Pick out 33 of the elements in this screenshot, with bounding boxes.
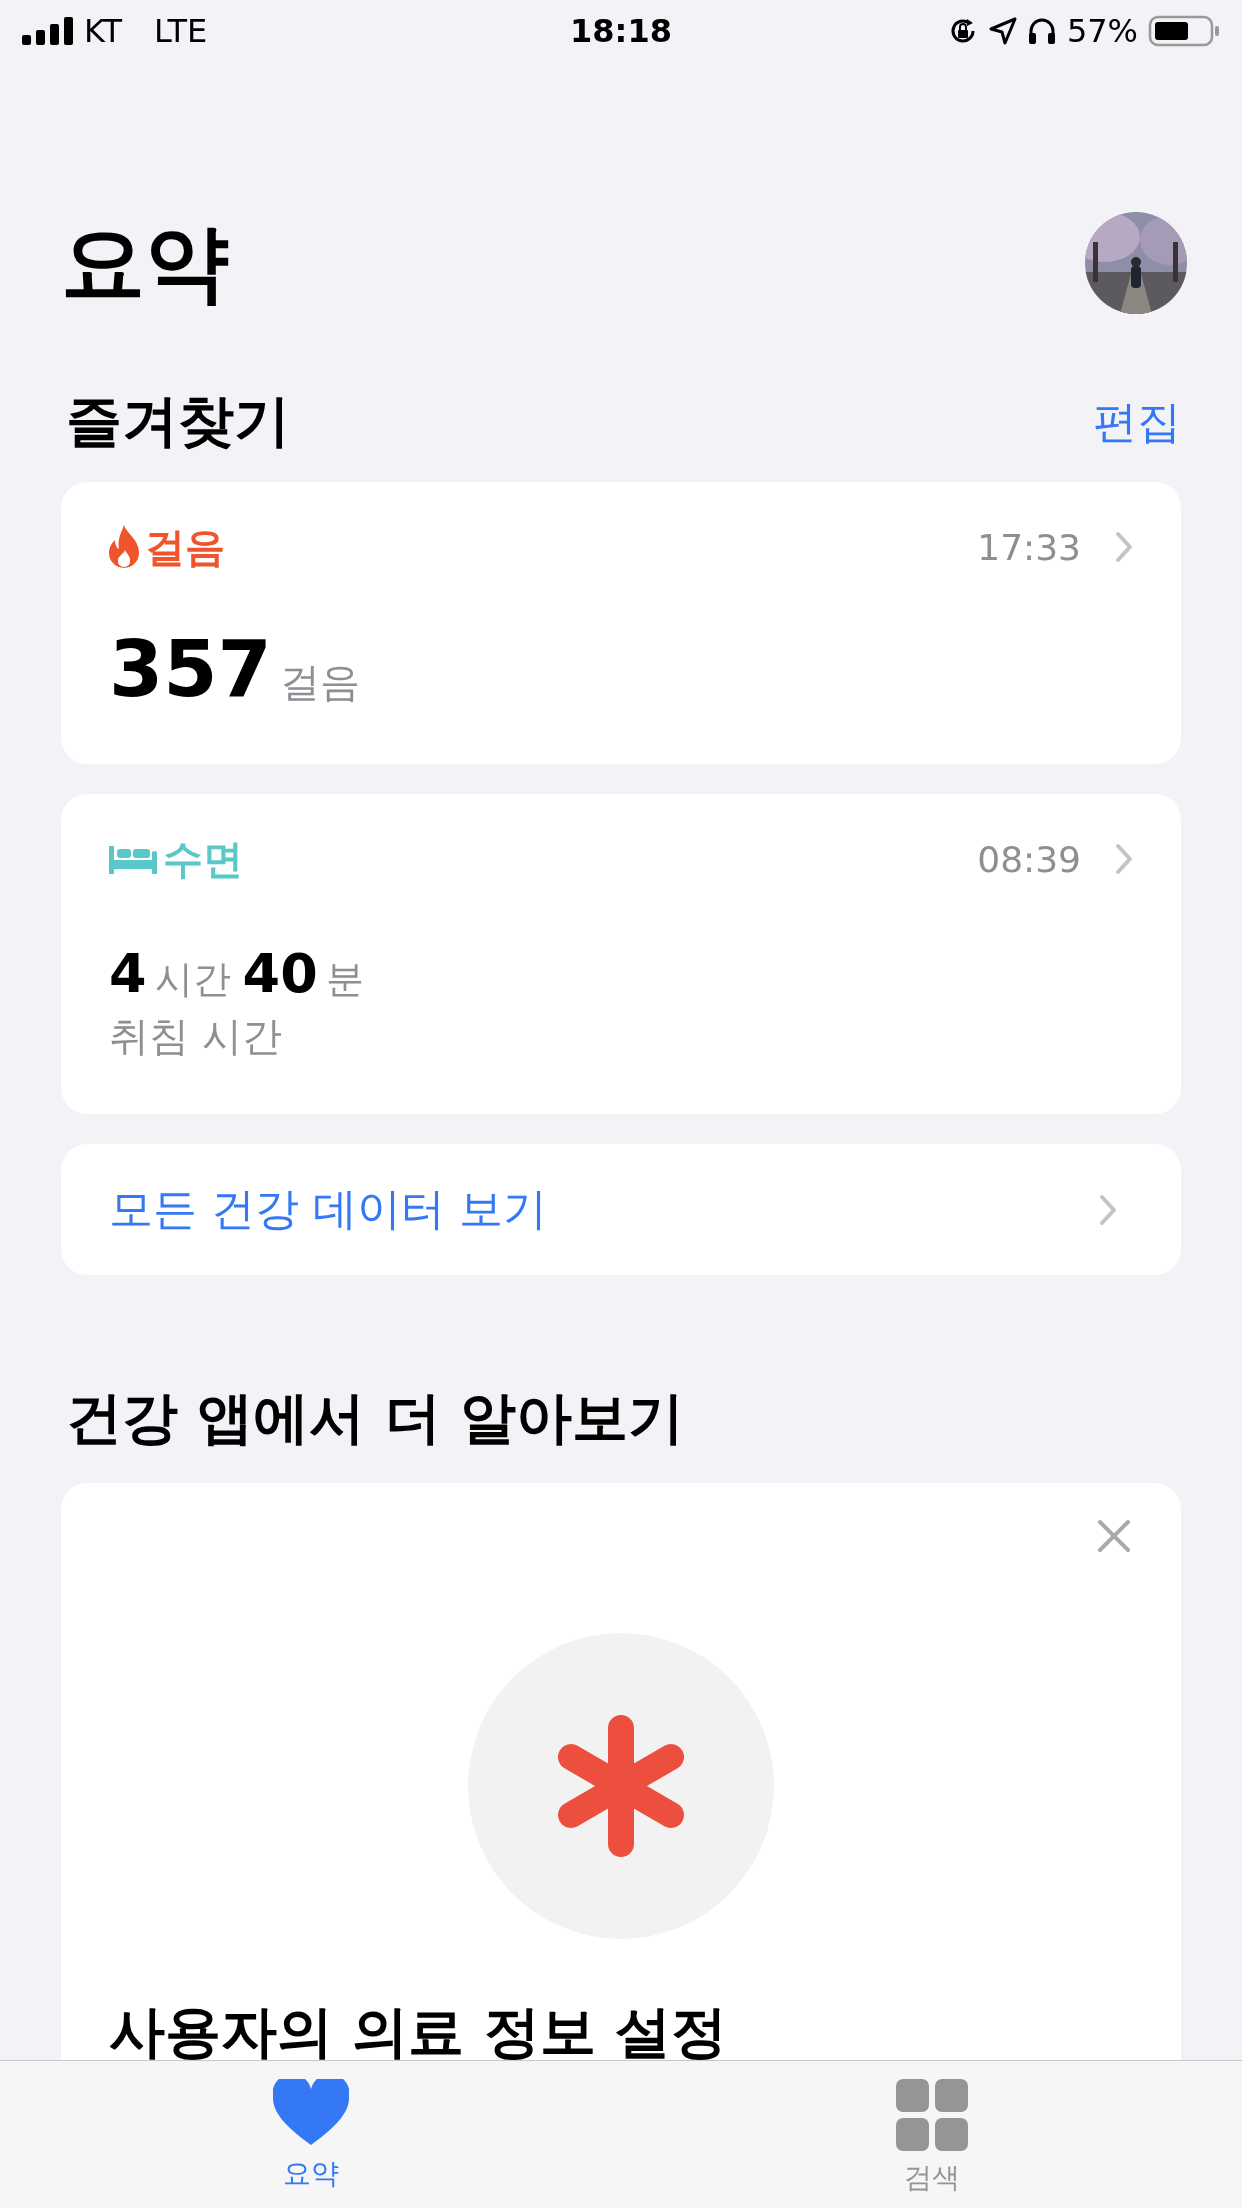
chevron-icon	[1099, 1193, 1117, 1226]
all-data-button[interactable]: 모든 건강 데이터 보기	[61, 1144, 1181, 1275]
chevron-icon	[1115, 531, 1133, 563]
value-number: 40	[242, 942, 318, 1005]
battery-percent: 57%	[1066, 12, 1138, 50]
page-title: 요약	[61, 221, 229, 305]
network-type: LTE	[154, 12, 208, 50]
section-title: 즐겨찾기	[66, 387, 290, 455]
location-icon	[988, 17, 1017, 45]
card-label: 걸음	[145, 522, 226, 572]
card-time: 17:33	[977, 526, 1081, 568]
heart-icon	[272, 2079, 349, 2147]
card-time: 08:39	[977, 838, 1081, 880]
favorite-card[interactable]: 수면 08:39 4 시간 40 분 취침 시간	[61, 794, 1181, 1114]
all-data-link[interactable]: 모든 건강 데이터 보기	[109, 1180, 547, 1239]
value-unit: 분	[325, 956, 364, 1003]
value-number: 4	[109, 942, 147, 1005]
medical-asterisk-icon	[468, 1633, 774, 1939]
value-number: 357	[109, 624, 272, 714]
headphones-icon	[1026, 17, 1057, 45]
favorite-card[interactable]: 걸음 17:33 357 걸음	[61, 482, 1181, 764]
clock: 18:18	[570, 12, 672, 50]
card-label: 수면	[163, 834, 244, 884]
grid-icon	[895, 2079, 968, 2151]
carrier: KT	[84, 12, 123, 50]
battery-icon	[1148, 15, 1220, 47]
value-unit: 걸음	[279, 658, 360, 707]
chevron-icon	[1115, 843, 1133, 875]
value-unit: 시간	[154, 956, 231, 1003]
card-caption: 취침 시간	[109, 1012, 283, 1061]
edit-link[interactable]: 편집	[1093, 392, 1181, 452]
section-title: 건강 앱에서 더 알아보기	[66, 1384, 686, 1452]
signal-icon	[22, 17, 74, 45]
